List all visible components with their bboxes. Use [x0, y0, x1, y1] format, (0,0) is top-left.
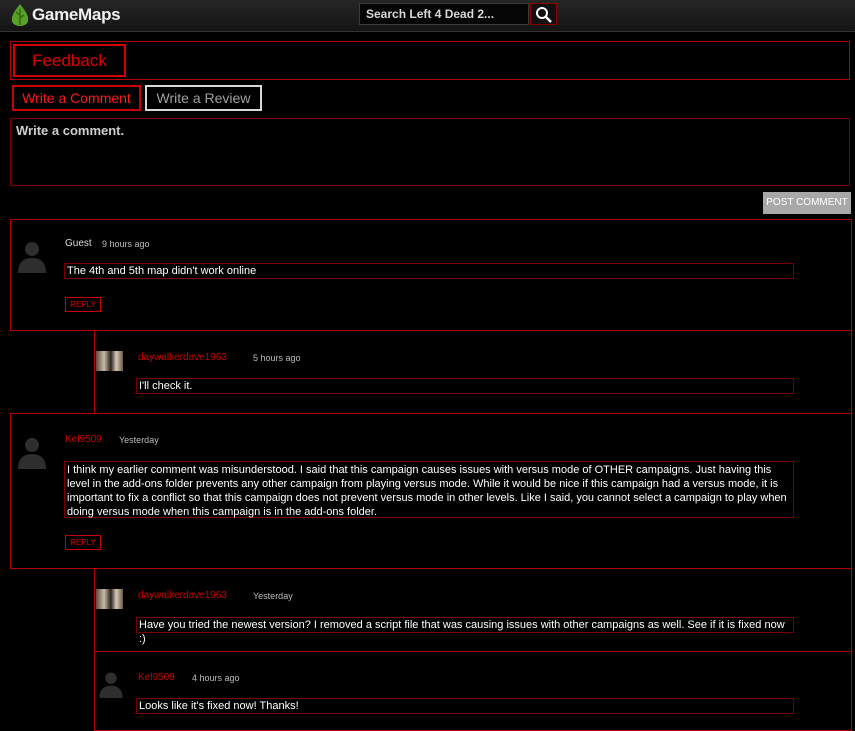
- reply-item: daywalkerdave1963 Yesterday Have you tri…: [94, 568, 852, 652]
- section-title: Feedback: [13, 44, 126, 77]
- reply-text: Looks like it's fixed now! Thanks!: [136, 698, 794, 714]
- default-avatar-icon: [99, 672, 123, 698]
- leaf-logo-icon[interactable]: [8, 3, 32, 27]
- top-bar: GameMaps: [0, 0, 855, 32]
- comment-item: Guest 9 hours ago The 4th and 5th map di…: [10, 219, 852, 331]
- reply-time: 5 hours ago: [253, 353, 301, 363]
- comment-textarea[interactable]: [10, 118, 850, 186]
- search-button[interactable]: [530, 3, 557, 25]
- user-photo-avatar[interactable]: [96, 351, 123, 371]
- default-avatar-icon: [18, 438, 46, 469]
- reply-time: 4 hours ago: [192, 673, 240, 683]
- comment-author[interactable]: Kel9509: [65, 434, 102, 445]
- default-avatar-icon: [18, 242, 46, 273]
- comment-text: I think my earlier comment was misunders…: [64, 461, 794, 518]
- reply-author[interactable]: daywalkerdave1963: [138, 352, 227, 363]
- reply-author[interactable]: Kel9509: [138, 672, 175, 683]
- comment-text: The 4th and 5th map didn't work online: [64, 263, 794, 279]
- reply-author[interactable]: daywalkerdave1963: [138, 590, 227, 601]
- post-comment-button[interactable]: POST COMMENT: [763, 192, 851, 214]
- search-input[interactable]: [359, 3, 529, 25]
- comment-author[interactable]: Guest: [65, 238, 92, 249]
- reply-button[interactable]: REPLY: [65, 535, 101, 550]
- tab-write-comment[interactable]: Write a Comment: [12, 85, 141, 111]
- tab-write-review[interactable]: Write a Review: [145, 85, 262, 111]
- reply-item: Kel9509 4 hours ago Looks like it's fixe…: [94, 651, 852, 731]
- reply-item: daywalkerdave1963 5 hours ago I'll check…: [94, 330, 852, 414]
- comment-item: Kel9509 Yesterday I think my earlier com…: [10, 413, 852, 569]
- reply-text: I'll check it.: [136, 378, 794, 394]
- reply-button[interactable]: REPLY: [65, 297, 101, 312]
- brand-name[interactable]: GameMaps: [32, 5, 121, 25]
- search-icon: [536, 7, 552, 23]
- user-photo-avatar[interactable]: [96, 589, 123, 609]
- feedback-section-header: Feedback: [10, 41, 850, 80]
- reply-time: Yesterday: [253, 591, 293, 601]
- comment-time: Yesterday: [119, 435, 159, 445]
- reply-text: Have you tried the newest version? I rem…: [136, 617, 794, 645]
- comment-time: 9 hours ago: [102, 239, 150, 249]
